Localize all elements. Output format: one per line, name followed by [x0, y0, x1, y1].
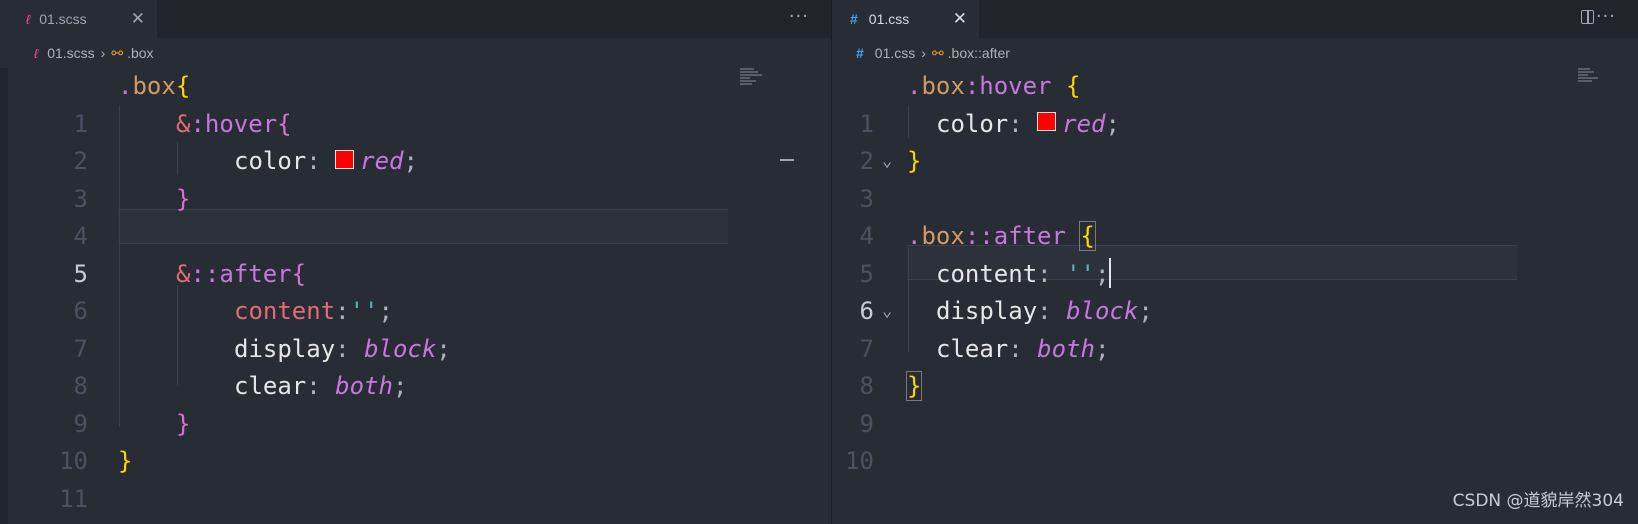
code-line: 1 ⌄ .box:hover { — [832, 68, 1638, 171]
breadcrumb: # 01.css › ⚯ .box::after — [832, 38, 1638, 68]
line-number: 11 — [59, 484, 88, 513]
tab-01-css[interactable]: # 01.css ✕ — [832, 0, 979, 38]
minimap[interactable] — [740, 68, 780, 88]
right-editor-pane: # 01.css ✕ ··· # 01.css › ⚯ .box::after … — [832, 0, 1638, 524]
code-line: 9 clear: both; — [0, 368, 831, 438]
code-line: 9 } — [832, 368, 1638, 438]
css-file-icon: # — [850, 11, 858, 27]
tab-filename: 01.scss — [39, 11, 87, 27]
color-swatch[interactable] — [1037, 112, 1057, 131]
symbol-class-icon: ⚯ — [931, 44, 944, 61]
breadcrumb-file[interactable]: 01.scss — [47, 45, 94, 61]
tab-01-scss[interactable]: ℓ 01.scss ✕ — [0, 0, 157, 38]
tab-filename: 01.css — [868, 11, 910, 27]
breadcrumb-file[interactable]: 01.css — [875, 45, 915, 61]
code-line: 3 } — [832, 143, 1638, 213]
breadcrumb-symbol[interactable]: .box::after — [948, 45, 1010, 61]
chevron-right-icon: › — [100, 45, 106, 61]
code-line: 1 .box{ — [0, 68, 831, 138]
left-editor-pane: ℓ 01.scss ✕ ··· ℓ 01.scss › ⚯ .box 1 .bo… — [0, 0, 831, 524]
code-line: 7 display: block; — [832, 293, 1638, 363]
code-line: 8 display: block; — [0, 331, 831, 401]
right-tab-bar: # 01.css ✕ ··· — [832, 0, 1638, 38]
sass-file-icon: ℓ — [34, 45, 39, 61]
selector: box — [132, 72, 176, 100]
more-actions-icon[interactable]: ··· — [789, 6, 809, 27]
code-line: 5 — [0, 218, 831, 288]
code-line: 2 color: red; — [832, 106, 1638, 176]
code-line: 10 } — [0, 406, 831, 476]
sass-file-icon: ℓ — [26, 11, 31, 27]
code-line: 4 — [832, 181, 1638, 250]
code-editor[interactable]: 1 ⌄ .box:hover { 2 color: red; 3 } 4 5 ⌄… — [832, 68, 1638, 475]
color-swatch[interactable] — [335, 149, 355, 169]
code-line: 10 — [832, 406, 1638, 475]
code-editor[interactable]: 1 .box{ 2 &:hover{ 3 color: red; 4 } 5 6… — [0, 68, 831, 513]
more-actions-icon[interactable]: ··· — [1596, 6, 1616, 27]
code-line: 7 content:''; — [0, 293, 831, 363]
code-line: 4 } — [0, 181, 831, 251]
watermark: CSDN @道貌岸然304 — [1452, 491, 1624, 511]
close-icon[interactable]: ✕ — [953, 9, 967, 29]
code-line: 3 color: red; — [0, 143, 831, 213]
symbol-class-icon: ⚯ — [111, 44, 124, 61]
code-line: 8 clear: both; — [832, 331, 1638, 401]
code-line: 5 ⌄ .box::after { — [832, 218, 1638, 321]
breadcrumb: ℓ 01.scss › ⚯ .box — [0, 38, 831, 68]
text-cursor — [1109, 257, 1112, 288]
code-line: 6 content: ''; — [832, 256, 1638, 325]
chevron-right-icon: › — [921, 45, 926, 61]
css-file-icon: # — [856, 45, 864, 61]
code-line: 11 } — [0, 443, 831, 513]
left-tab-bar: ℓ 01.scss ✕ ··· — [0, 0, 831, 38]
breadcrumb-symbol[interactable]: .box — [127, 45, 153, 61]
line-number: 10 — [845, 447, 874, 475]
code-line: 2 &:hover{ — [0, 106, 831, 176]
minimap[interactable] — [1578, 68, 1618, 88]
close-icon[interactable]: ✕ — [131, 9, 145, 29]
code-line: 6 &::after{ — [0, 256, 831, 326]
scrollbar-marker[interactable] — [780, 159, 794, 161]
split-editor-icon[interactable] — [1581, 10, 1594, 24]
